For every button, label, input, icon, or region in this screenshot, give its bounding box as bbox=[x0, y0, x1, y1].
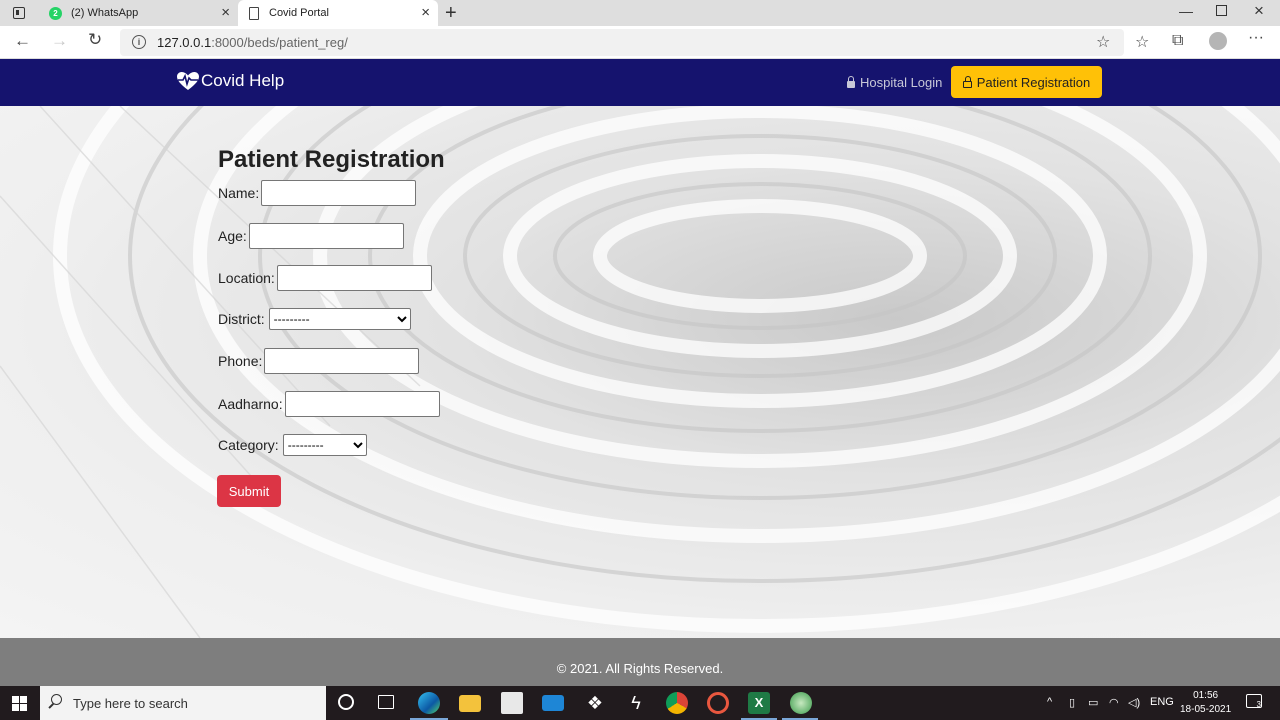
tab-actions-icon[interactable] bbox=[13, 7, 25, 19]
unlock-icon bbox=[962, 75, 972, 88]
hospital-login-link[interactable]: Hospital Login bbox=[847, 75, 942, 90]
location-label: Location: bbox=[218, 270, 275, 286]
wifi-icon[interactable]: ◠ bbox=[1109, 696, 1119, 709]
close-icon[interactable]: × bbox=[221, 5, 230, 20]
footer: © 2021. All Rights Reserved. bbox=[0, 638, 1280, 686]
browser-tab-strip: 2 (2) WhatsApp × Covid Portal × + — × bbox=[0, 0, 1280, 26]
bolt-app-icon[interactable]: ϟ bbox=[625, 692, 647, 714]
tab-label: Covid Portal bbox=[269, 7, 329, 19]
age-label: Age: bbox=[218, 228, 247, 244]
name-row: Name: bbox=[218, 180, 417, 206]
cortana-icon[interactable] bbox=[338, 694, 354, 710]
aadharno-input[interactable] bbox=[284, 391, 440, 417]
clock-time: 01:56 bbox=[1193, 690, 1219, 701]
site-navbar: Covid Help Hospital Login Patient Regist… bbox=[0, 59, 1280, 106]
district-select[interactable]: --------- bbox=[268, 308, 411, 330]
phone-row: Phone: bbox=[218, 348, 420, 374]
architecture-background bbox=[0, 106, 1280, 638]
copyright-text: © 2021. All Rights Reserved. bbox=[556, 661, 724, 676]
notification-icon[interactable]: 3 bbox=[1246, 694, 1262, 709]
page-icon bbox=[249, 6, 259, 20]
aadharno-label: Aadharno: bbox=[218, 396, 283, 412]
recording-app-icon[interactable] bbox=[707, 692, 729, 714]
district-label: District: bbox=[218, 311, 265, 327]
category-label: Category: bbox=[218, 437, 279, 453]
name-input[interactable] bbox=[261, 180, 417, 206]
refresh-icon[interactable]: ↻ bbox=[88, 30, 102, 50]
age-input[interactable] bbox=[248, 223, 404, 249]
profile-avatar[interactable] bbox=[1209, 32, 1227, 50]
address-bar-row: ← → ↻ i 127.0.0.1:8000/beds/patient_reg/… bbox=[0, 26, 1280, 59]
forward-icon[interactable]: → bbox=[51, 31, 68, 51]
back-icon[interactable]: ← bbox=[14, 31, 31, 51]
volume-icon[interactable]: ◁) bbox=[1128, 696, 1140, 709]
minimize-icon[interactable]: — bbox=[1179, 3, 1193, 19]
store-icon[interactable] bbox=[501, 692, 523, 714]
url-text: 127.0.0.1:8000/beds/patient_reg/ bbox=[157, 35, 348, 50]
name-label: Name: bbox=[218, 185, 260, 201]
patient-registration-label: Patient Registration bbox=[976, 74, 1091, 90]
category-row: Category: --------- bbox=[218, 434, 367, 456]
close-icon[interactable]: × bbox=[421, 5, 430, 20]
clock[interactable]: 01:56 18-05-2021 bbox=[1180, 689, 1231, 717]
location-row: Location: bbox=[218, 265, 432, 291]
page-title: Patient Registration bbox=[218, 146, 445, 173]
file-explorer-icon[interactable] bbox=[459, 695, 481, 712]
device-icon[interactable]: ▯ bbox=[1069, 696, 1075, 709]
brand-name: Covid Help bbox=[201, 71, 285, 90]
patient-registration-button[interactable]: Patient Registration bbox=[951, 66, 1102, 98]
search-icon bbox=[51, 694, 62, 705]
language-indicator[interactable]: ENG bbox=[1150, 696, 1174, 708]
url-field[interactable]: i 127.0.0.1:8000/beds/patient_reg/ ☆ bbox=[120, 29, 1124, 56]
phone-input[interactable] bbox=[264, 348, 420, 374]
background-image bbox=[0, 106, 1280, 638]
heartbeat-icon bbox=[177, 72, 199, 90]
location-input[interactable] bbox=[276, 265, 432, 291]
registration-form: Patient Registration bbox=[218, 146, 445, 174]
covid-app-icon[interactable] bbox=[790, 692, 812, 714]
maximize-icon[interactable] bbox=[1216, 5, 1227, 16]
task-view-icon[interactable] bbox=[378, 695, 394, 709]
edge-icon[interactable] bbox=[418, 692, 440, 714]
age-row: Age: bbox=[218, 223, 404, 249]
aadharno-row: Aadharno: bbox=[218, 391, 440, 417]
info-icon[interactable]: i bbox=[132, 35, 146, 49]
tab-covid-portal[interactable]: Covid Portal × bbox=[238, 0, 438, 26]
hospital-login-label: Hospital Login bbox=[860, 75, 943, 90]
mail-icon[interactable] bbox=[542, 695, 564, 711]
tab-label: (2) WhatsApp bbox=[71, 7, 139, 19]
district-row: District: --------- bbox=[218, 308, 411, 330]
collections-icon[interactable]: ⧉ bbox=[1172, 32, 1183, 50]
taskbar-search[interactable]: Type here to search bbox=[40, 686, 326, 720]
new-tab-icon[interactable]: + bbox=[445, 2, 457, 25]
battery-icon[interactable]: ▭ bbox=[1088, 696, 1098, 709]
chrome-icon[interactable] bbox=[666, 692, 688, 714]
windows-start-icon[interactable] bbox=[12, 696, 27, 711]
taskbar: Type here to search ❖ ϟ X ^ ▯ ▭ ◠ ◁) ENG… bbox=[0, 686, 1280, 720]
excel-icon[interactable]: X bbox=[748, 692, 770, 714]
submit-button[interactable]: Submit bbox=[217, 475, 281, 507]
search-placeholder: Type here to search bbox=[73, 696, 188, 711]
category-select[interactable]: --------- bbox=[282, 434, 367, 456]
dropbox-icon[interactable]: ❖ bbox=[584, 692, 606, 714]
clock-date: 18-05-2021 bbox=[1180, 704, 1232, 715]
whatsapp-icon: 2 bbox=[49, 6, 62, 20]
close-window-icon[interactable]: × bbox=[1254, 1, 1264, 21]
more-options-icon[interactable]: ··· bbox=[1248, 29, 1264, 47]
show-hidden-icons[interactable]: ^ bbox=[1047, 696, 1052, 708]
brand-link[interactable]: Covid Help bbox=[176, 71, 284, 91]
phone-label: Phone: bbox=[218, 353, 263, 369]
tab-whatsapp[interactable]: 2 (2) WhatsApp × bbox=[40, 0, 238, 26]
favorites-icon[interactable]: ☆ bbox=[1135, 32, 1149, 52]
lock-icon bbox=[847, 76, 855, 88]
add-favorite-icon[interactable]: ☆ bbox=[1096, 32, 1110, 52]
